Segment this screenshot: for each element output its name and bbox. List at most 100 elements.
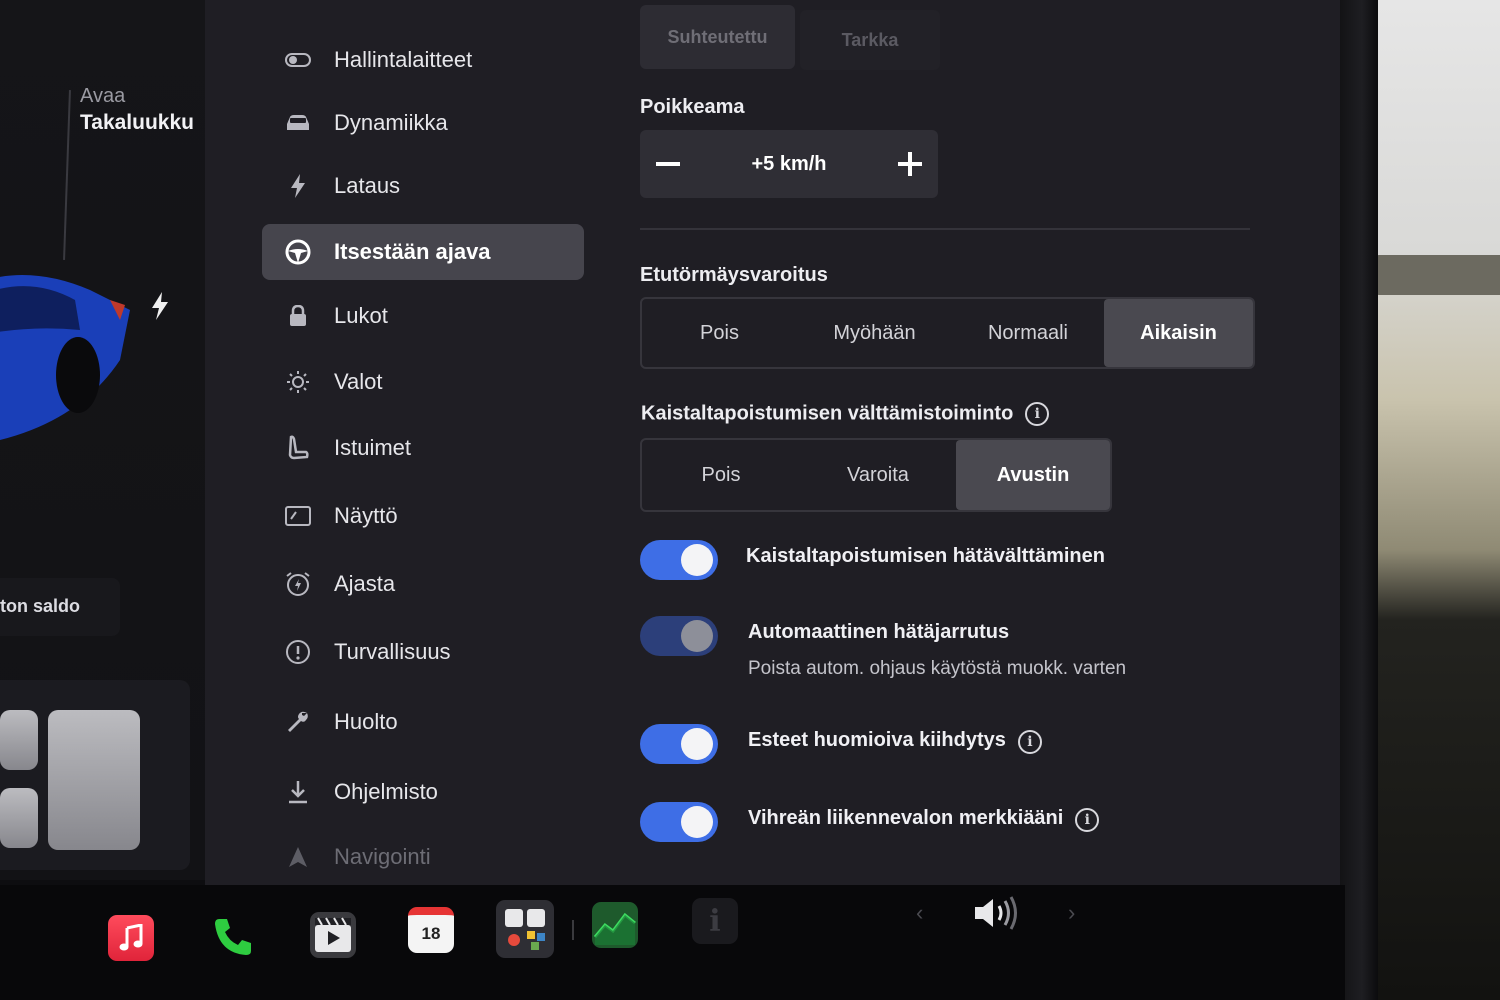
- forward-collision-selector: Pois Myöhään Normaali Aikaisin: [640, 297, 1255, 369]
- alert-circle-icon: [284, 638, 312, 666]
- balance-label: ton saldo: [0, 596, 80, 616]
- lane-departure-heading: Kaistaltapoistumisen välttämistoiminto i: [641, 402, 1050, 426]
- sidebar-item-label: Navigointi: [334, 844, 431, 869]
- fcw-option-normal[interactable]: Normaali: [952, 299, 1104, 367]
- aeb-sublabel: Poista autom. ohjaus käytöstä muokk. var…: [748, 658, 1127, 679]
- fcw-option-early[interactable]: Aikaisin: [1104, 299, 1253, 367]
- sidebar-item-label: Istuimet: [334, 435, 412, 460]
- sidebar-item-label: Itsestään ajava: [334, 239, 491, 264]
- bolt-icon: [284, 172, 312, 200]
- sidebar-item-label: Lataus: [334, 173, 401, 198]
- sidebar-item-dynamics[interactable]: Dynamiikka: [262, 95, 584, 151]
- calendar-day: 18: [421, 924, 441, 943]
- green-light-row: Vihreän liikennevalon merkkiääni i: [640, 802, 1100, 842]
- seat-front-icon: [0, 710, 38, 770]
- car-status-panel: Avaa Takaluukku ton saldo: [0, 0, 230, 880]
- sidebar-item-label: Näyttö: [334, 503, 398, 528]
- theater-app-icon[interactable]: [310, 912, 356, 958]
- info-icon[interactable]: i: [1017, 729, 1042, 754]
- charge-port-bolt-icon[interactable]: [150, 292, 170, 327]
- offset-stepper: +5 km/h: [640, 130, 938, 198]
- fcw-option-late[interactable]: Myöhään: [797, 299, 952, 367]
- forward-collision-label: Etutörmäysvaroitus: [640, 264, 828, 286]
- display-icon: [284, 502, 312, 530]
- offset-increase-button[interactable]: [882, 130, 938, 198]
- toggle-knob: [681, 806, 713, 838]
- ldw-option-warn[interactable]: Varoita: [800, 440, 956, 510]
- sidebar-item-label: Lukot: [334, 303, 388, 328]
- offset-label: Poikkeama: [640, 96, 745, 118]
- green-light-label: Vihreän liikennevalon merkkiääni: [748, 807, 1064, 829]
- phone-app-icon[interactable]: [210, 914, 256, 960]
- sidebar-item-software[interactable]: Ohjelmisto: [262, 764, 584, 820]
- info-app-icon[interactable]: i: [692, 898, 738, 944]
- alarm-clock-icon: [284, 570, 312, 598]
- sidebar-item-schedule[interactable]: Ajasta: [262, 556, 584, 612]
- sidebar-item-seats[interactable]: Istuimet: [262, 420, 584, 476]
- trunk-action-label: Avaa: [80, 85, 126, 107]
- seat-heater-panel[interactable]: [0, 680, 190, 870]
- car-icon: [284, 109, 312, 137]
- download-icon: [284, 778, 312, 806]
- ldw-option-assist[interactable]: Avustin: [956, 440, 1110, 510]
- music-app-icon[interactable]: [108, 915, 154, 961]
- car-render: [0, 275, 130, 440]
- sidebar-item-label: Dynamiikka: [334, 110, 448, 135]
- screen-bezel: [1338, 0, 1378, 1000]
- emergency-lane-label: Kaistaltapoistumisen hätävälttäminen: [746, 545, 1105, 567]
- speed-limit-relative-tab[interactable]: Suhteutettu: [640, 5, 795, 69]
- toggle-knob: [681, 728, 713, 760]
- sidebar-item-label: Huolto: [334, 709, 398, 734]
- offset-value: +5 km/h: [751, 152, 827, 175]
- volume-icon[interactable]: [970, 890, 1022, 936]
- section-divider: [640, 228, 1250, 230]
- obstacle-accel-label: Esteet huomioiva kiihdytys: [748, 729, 1006, 751]
- obstacle-accel-toggle[interactable]: [640, 724, 718, 764]
- aeb-label: Automaattinen hätäjarrutus: [748, 621, 1010, 643]
- sidebar-item-locks[interactable]: Lukot: [262, 288, 584, 344]
- sidebar-item-display[interactable]: Näyttö: [262, 488, 584, 544]
- taskbar: [0, 885, 1345, 1000]
- info-icon[interactable]: i: [1075, 807, 1100, 832]
- fcw-option-off[interactable]: Pois: [642, 299, 797, 367]
- emergency-lane-row: Kaistaltapoistumisen hätävälttäminen: [640, 540, 1105, 580]
- toggle-knob: [681, 620, 713, 652]
- offset-decrease-button[interactable]: [640, 130, 696, 198]
- info-icon[interactable]: i: [1025, 402, 1050, 426]
- calendar-app-icon[interactable]: 18: [408, 907, 454, 953]
- wrench-icon: [284, 708, 312, 736]
- dock-separator: [572, 920, 574, 940]
- dashboard-sill: [1375, 255, 1500, 295]
- sidebar-item-label: Ajasta: [334, 571, 396, 596]
- rear-bench-icon: [48, 710, 140, 850]
- green-light-toggle[interactable]: [640, 802, 718, 842]
- obstacle-accel-row: Esteet huomioiva kiihdytys i: [640, 724, 1042, 764]
- sidebar-item-label: Hallintalaitteet: [334, 47, 473, 72]
- app-launcher-icon[interactable]: [496, 900, 554, 958]
- emergency-lane-toggle[interactable]: [640, 540, 718, 580]
- sidebar-item-charging[interactable]: Lataus: [262, 158, 584, 214]
- trunk-label: Takaluukku: [80, 111, 194, 134]
- sidebar-item-lights[interactable]: Valot: [262, 354, 584, 410]
- volume-down-arrow-icon[interactable]: ‹: [916, 900, 923, 926]
- seat-rear-icon: [0, 788, 38, 848]
- trunk-pointer-line: [63, 90, 71, 260]
- energy-app-icon[interactable]: [592, 902, 638, 948]
- sidebar-item-controls[interactable]: Hallintalaitteet: [262, 32, 584, 88]
- trunk-open-button[interactable]: Avaa Takaluukku: [80, 85, 194, 135]
- aeb-toggle[interactable]: [640, 616, 718, 656]
- speed-limit-exact-tab[interactable]: Tarkka: [800, 10, 940, 70]
- lock-icon: [284, 302, 312, 330]
- toggle-icon: [284, 46, 312, 74]
- ldw-option-off[interactable]: Pois: [642, 440, 800, 510]
- lane-departure-selector: Pois Varoita Avustin: [640, 438, 1112, 512]
- volume-up-arrow-icon[interactable]: ›: [1068, 900, 1075, 926]
- sidebar-item-service[interactable]: Huolto: [262, 694, 584, 750]
- sidebar-item-label: Valot: [334, 369, 383, 394]
- sidebar-item-label: Ohjelmisto: [334, 779, 438, 804]
- sidebar-item-navigation[interactable]: Navigointi: [262, 834, 584, 880]
- sidebar-item-safety[interactable]: Turvallisuus: [262, 624, 584, 680]
- navigation-icon: [284, 843, 312, 871]
- sidebar-item-autopilot[interactable]: Itsestään ajava: [262, 224, 584, 280]
- seat-icon: [284, 434, 312, 462]
